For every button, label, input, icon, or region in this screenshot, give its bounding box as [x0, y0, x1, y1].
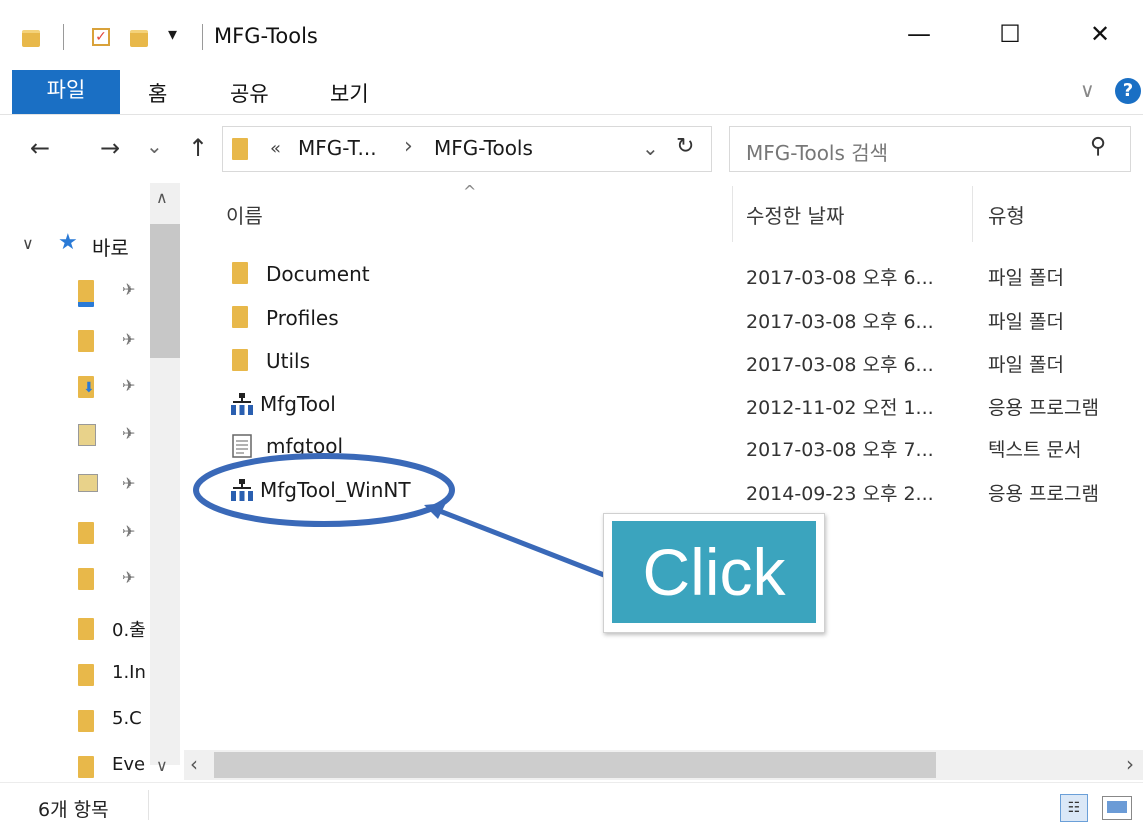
large-icons-view-icon[interactable] [1102, 796, 1132, 820]
horizontal-scrollbar-thumb[interactable] [214, 752, 936, 778]
scroll-right-icon[interactable]: › [1126, 752, 1134, 776]
highlight-ellipse [193, 453, 455, 527]
callout-pointer-line [431, 505, 605, 578]
callout-label: Click [612, 521, 816, 623]
item-count: 6개 항목 [38, 799, 109, 821]
status-bar [0, 782, 1143, 838]
divider [148, 790, 149, 820]
scroll-left-icon[interactable]: ‹ [190, 752, 198, 776]
annotation-overlay [193, 453, 605, 578]
details-view-icon[interactable]: ☷ [1060, 794, 1088, 822]
